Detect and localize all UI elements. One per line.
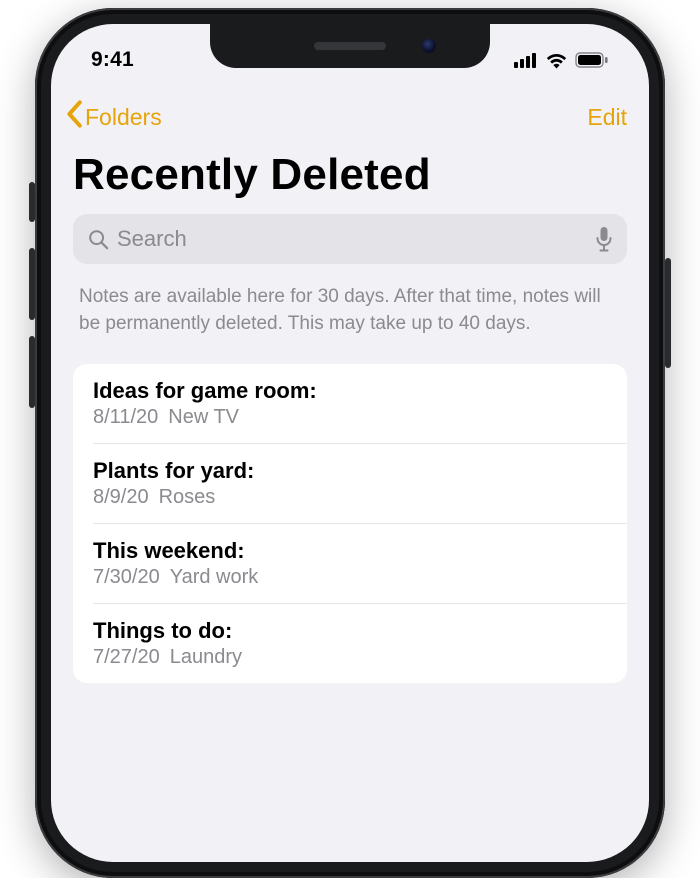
- volume-down-button: [29, 336, 35, 408]
- back-label: Folders: [85, 104, 162, 131]
- note-subtitle: 7/30/20Yard work: [93, 566, 609, 589]
- edit-button[interactable]: Edit: [587, 104, 627, 131]
- cellular-signal-icon: [514, 52, 538, 68]
- note-subtitle: 8/11/20New TV: [93, 406, 609, 429]
- nav-bar: Folders Edit: [51, 84, 649, 140]
- volume-up-button: [29, 248, 35, 320]
- note-subtitle: 7/27/20Laundry: [93, 646, 609, 669]
- status-indicators: [514, 52, 609, 69]
- note-title: This weekend:: [93, 538, 609, 564]
- phone-device-frame: 9:41: [35, 8, 665, 878]
- speaker-grille: [314, 42, 386, 50]
- note-title: Ideas for game room:: [93, 378, 609, 404]
- mute-switch: [29, 182, 35, 222]
- note-title: Things to do:: [93, 618, 609, 644]
- info-text: Notes are available here for 30 days. Af…: [51, 278, 649, 364]
- chevron-left-icon: [65, 100, 83, 134]
- status-time: 9:41: [91, 48, 134, 72]
- list-item[interactable]: Ideas for game room: 8/11/20New TV: [93, 364, 627, 444]
- back-button[interactable]: Folders: [65, 100, 162, 134]
- note-subtitle: 8/9/20Roses: [93, 486, 609, 509]
- search-input[interactable]: Search: [73, 214, 627, 264]
- notes-list: Ideas for game room: 8/11/20New TV Plant…: [73, 364, 627, 683]
- wifi-icon: [545, 52, 568, 69]
- list-item[interactable]: Plants for yard: 8/9/20Roses: [93, 444, 627, 524]
- battery-icon: [575, 52, 609, 68]
- search-icon: [87, 228, 109, 250]
- list-item[interactable]: This weekend: 7/30/20Yard work: [93, 524, 627, 604]
- search-container: Search: [51, 214, 649, 278]
- search-placeholder: Search: [117, 226, 587, 252]
- phone-screen: 9:41: [51, 24, 649, 862]
- front-camera: [422, 39, 436, 53]
- list-item[interactable]: Things to do: 7/27/20Laundry: [93, 604, 627, 683]
- side-button: [665, 258, 671, 368]
- page-title: Recently Deleted: [51, 140, 649, 214]
- note-title: Plants for yard:: [93, 458, 609, 484]
- notch: [210, 24, 490, 68]
- microphone-icon[interactable]: [595, 226, 613, 252]
- app-content: Folders Edit Recently Deleted Search: [51, 84, 649, 862]
